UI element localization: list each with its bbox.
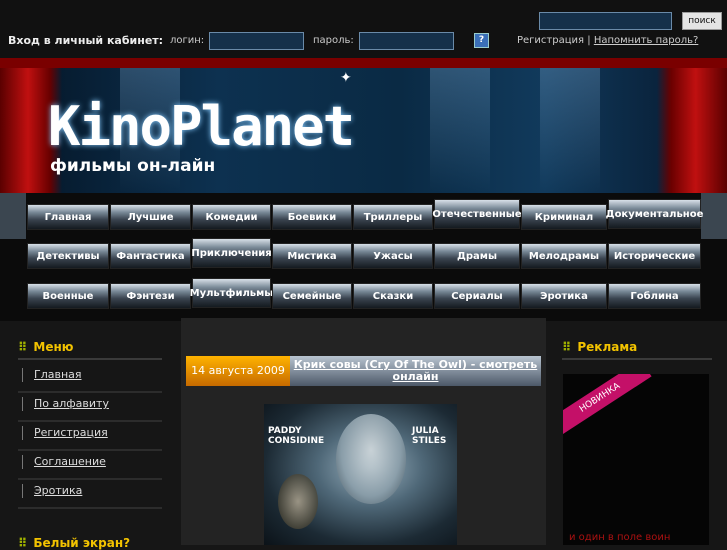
grip-icon: ⠿ xyxy=(18,536,28,550)
divider xyxy=(18,358,162,360)
poster-face xyxy=(336,414,406,504)
nav-item[interactable]: Семейные xyxy=(272,283,352,309)
sidebar-link[interactable]: Эротика xyxy=(18,480,162,509)
star-icon: ✦ xyxy=(340,70,352,86)
nav-item[interactable]: Мистика xyxy=(272,243,352,269)
nav-item[interactable]: Фэнтези xyxy=(110,283,191,309)
sidebar-link[interactable]: По алфавиту xyxy=(18,393,162,422)
forgot-password-link[interactable]: Напомнить пароль? xyxy=(594,35,699,46)
nav-item[interactable]: Главная xyxy=(27,204,109,230)
sidebar-link[interactable]: Регистрация xyxy=(18,422,162,451)
grip-icon: ⠿ xyxy=(18,340,28,354)
site-banner: ✦ KinoPlanet фильмы он-лайн xyxy=(0,58,727,193)
nav-item[interactable]: Боевики xyxy=(272,204,352,230)
nav-item[interactable]: Комедии xyxy=(192,204,271,230)
right-sidebar: ⠿ Реклама xyxy=(562,336,712,364)
search-button[interactable]: поиск xyxy=(682,12,722,30)
post-date: 14 августа 2009 xyxy=(186,356,290,386)
nav-item[interactable]: Гоблина xyxy=(608,283,701,309)
ad-heading: ⠿ Реклама xyxy=(562,340,638,354)
help-icon[interactable]: ? xyxy=(474,33,489,48)
search-input[interactable] xyxy=(539,12,672,30)
login-field[interactable] xyxy=(209,32,304,50)
sidebar-link[interactable]: Соглашение xyxy=(18,451,162,480)
site-tagline: фильмы он-лайн xyxy=(50,156,216,176)
site-logo[interactable]: KinoPlanet xyxy=(48,100,355,154)
nav-item[interactable]: Триллеры xyxy=(353,204,433,230)
curtain-right xyxy=(657,58,727,193)
post-title-link[interactable]: Крик совы (Cry Of The Owl) - смотреть он… xyxy=(290,356,541,386)
nav-item[interactable]: Приключения xyxy=(191,238,272,268)
poster-figure xyxy=(278,474,318,529)
menu-side-right xyxy=(701,193,727,239)
ad-caption: и один в поле воин xyxy=(569,532,671,543)
new-badge: НОВИНКА xyxy=(563,374,652,437)
nav-item[interactable]: Эротика xyxy=(521,283,607,309)
password-label: пароль: xyxy=(313,35,354,46)
divider xyxy=(562,358,712,360)
poster-actor-2: JULIA STILES xyxy=(412,426,447,446)
menu-side-left xyxy=(0,193,26,239)
left-sidebar: ⠿ Меню Главная По алфавиту Регистрация Со… xyxy=(18,336,162,509)
nav-item[interactable]: Фантастика xyxy=(110,243,191,269)
nav-item[interactable]: Мультфильмы xyxy=(190,278,273,308)
nav-item[interactable]: Документальное xyxy=(606,199,703,229)
nav-item[interactable]: Отечественные xyxy=(432,199,522,229)
nav-item[interactable]: Военные xyxy=(27,283,109,309)
nav-item[interactable]: Детективы xyxy=(27,243,109,269)
nav-item[interactable]: Драмы xyxy=(434,243,520,269)
register-link[interactable]: Регистрация xyxy=(517,35,584,46)
login-title: Вход в личный кабинет: xyxy=(8,34,164,47)
nav-item[interactable]: Исторические xyxy=(608,243,701,269)
menu-heading: ⠿ Меню xyxy=(18,340,74,354)
sidebar-link[interactable]: Главная xyxy=(18,364,162,393)
login-label: логин: xyxy=(170,35,205,46)
light-beam xyxy=(430,58,490,193)
ad-banner[interactable]: НОВИНКА и один в поле воин xyxy=(563,374,709,545)
separator: | xyxy=(587,35,591,46)
nav-item[interactable]: Ужасы xyxy=(353,243,433,269)
nav-item[interactable]: Мелодрамы xyxy=(521,243,607,269)
next-heading: ⠿ Белый экран? xyxy=(18,536,131,550)
movie-poster[interactable]: PADDY CONSIDINE JULIA STILES xyxy=(264,404,457,545)
register-links: Регистрация | Напомнить пароль? xyxy=(517,35,698,46)
password-field[interactable] xyxy=(359,32,454,50)
poster-actor-1: PADDY CONSIDINE xyxy=(268,426,325,446)
nav-item[interactable]: Лучшие xyxy=(110,204,191,230)
light-beam xyxy=(540,58,600,193)
grip-icon: ⠿ xyxy=(562,340,572,354)
nav-item[interactable]: Криминал xyxy=(521,204,607,230)
nav-item[interactable]: Сериалы xyxy=(434,283,520,309)
nav-item[interactable]: Сказки xyxy=(353,283,433,309)
curtain-valance xyxy=(0,58,727,68)
